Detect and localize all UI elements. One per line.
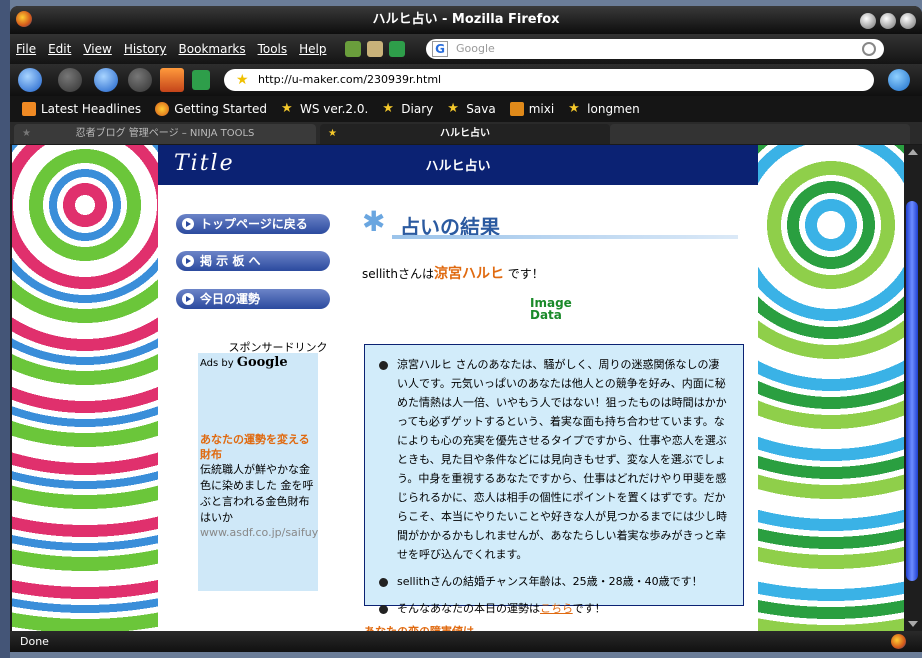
star-icon: ★ [382,101,394,116]
menu-history[interactable]: History [124,42,167,56]
firefox-icon [16,11,32,27]
menu-bookmarks[interactable]: Bookmarks [179,42,246,56]
tab-empty-area[interactable] [610,124,910,144]
search-icon[interactable] [862,42,876,56]
todays-fortune-line: そんなあなたの本日の運勢はこちらです！ [379,599,729,618]
search-input[interactable]: G Google [426,39,884,59]
result-box: 涼宮ハルヒ さんのあなたは、騒がしく、周りの迷惑関係なしの凄い人です。元気いっぱ… [364,344,744,615]
back-button[interactable] [18,68,42,92]
ad-text: 伝統職人が鮮やかな金色に染めました 金を呼ぶと言われる金色財布はいか [200,463,314,524]
address-bar[interactable]: ★ http://u-maker.com/230939r.html [224,69,874,91]
snowflake-icon: ✱ [362,205,386,238]
tab-haruhi[interactable]: ★ ハルヒ占い [320,124,610,144]
google-icon[interactable]: G [432,41,448,57]
scroll-thumb[interactable] [906,201,918,581]
firefox-icon [155,102,170,116]
result-character: 涼宮ハルヒ [433,266,504,282]
go-button[interactable] [888,69,910,91]
user-result-line: sellithさんは涼宮ハルヒ です！ [362,266,544,282]
firefox-icon [891,634,906,649]
stop-button[interactable] [128,68,152,92]
rss-icon [22,102,36,116]
result-heading: ✱ 占いの結果 [362,205,742,245]
star-icon: ★ [22,128,31,139]
navigation-toolbar: ★ http://u-maker.com/230939r.html [10,64,922,96]
ads-by-google[interactable]: Ads by Google [198,353,318,372]
firefox-window: ハルヒ占い - Mozilla Firefox File Edit View H… [10,6,922,652]
page-viewport: Title ハルヒ占い トップページに戻る 掲 示 板 へ 今日の運勢 スポンサ… [12,145,904,631]
heading-underline [392,235,738,239]
shield-icon[interactable] [388,41,405,57]
forward-button[interactable] [58,68,82,92]
page-header: Title ハルヒ占い [158,145,758,185]
bookmark-longmen[interactable]: ★ longmen [568,101,640,117]
shield-icon[interactable] [192,70,210,90]
marriage-age: sellithさんの結婚チャンス年齢は、25歳・28歳・40歳です！ [379,572,729,591]
bookmark-latest-headlines[interactable]: Latest Headlines [22,102,141,116]
page-title: ハルヒ占い [425,159,491,174]
bookmarks-toolbar: Latest Headlines Getting Started ★ WS ver… [10,96,922,122]
scroll-up-icon[interactable] [908,149,918,155]
love-obstacle-heading: あなたの恋の障害値は [364,623,474,631]
vertical-scrollbar[interactable] [904,145,922,631]
ad-url[interactable]: www.asdf.co.jp/saifuy [198,526,318,539]
close-button[interactable] [900,13,916,29]
maximize-button[interactable] [880,13,896,29]
url-text: http://u-maker.com/230939r.html [258,73,442,86]
pencil-icon[interactable] [366,41,383,57]
top-page-button[interactable]: トップページに戻る [176,214,330,234]
window-title: ハルヒ占い - Mozilla Firefox [372,12,560,27]
menu-tools[interactable]: Tools [258,42,288,56]
scroll-down-icon[interactable] [908,621,918,627]
todays-fortune-button[interactable]: 今日の運勢 [176,289,330,309]
result-description: 涼宮ハルヒ さんのあなたは、騒がしく、周りの迷惑関係なしの凄い人です。元気いっぱ… [379,355,729,564]
star-icon: ★ [447,101,459,116]
ad-title[interactable]: あなたの運勢を変える財布 [198,432,318,462]
mixi-icon [509,102,524,116]
search-placeholder: Google [456,42,495,55]
bookmark-getting-started[interactable]: Getting Started [155,102,267,116]
bookmark-star-icon[interactable]: ★ [236,69,249,91]
image-placeholder: Image Data [530,296,572,322]
star-icon: ★ [280,101,293,116]
tab-ninja-tools[interactable]: ★ 忍者ブログ 管理ページ – NINJA TOOLS [14,124,316,144]
status-bar: Done [10,631,922,652]
bookmark-mixi[interactable]: mixi [509,102,554,116]
bbs-button[interactable]: 掲 示 板 へ [176,251,330,271]
minimize-button[interactable] [860,13,876,29]
desktop-background [0,0,10,658]
ad-box[interactable]: Ads by Google あなたの運勢を変える財布 伝統職人が鮮やかな金色に染… [198,353,318,591]
bookmark-diary[interactable]: ★ Diary [382,101,433,117]
here-link[interactable]: こちら [540,602,573,615]
decorative-background-right [758,145,904,631]
star-icon: ★ [328,128,337,139]
extension-icon[interactable] [344,41,361,57]
star-icon: ★ [568,101,580,116]
menu-bar: File Edit View History Bookmarks Tools H… [10,34,922,64]
tab-bar: ★ 忍者ブログ 管理ページ – NINJA TOOLS ★ ハルヒ占い [10,122,922,144]
bookmark-ws[interactable]: ★ WS ver.2.0. [280,101,368,117]
decorative-background-left [12,145,158,631]
title-bar: ハルヒ占い - Mozilla Firefox [10,6,922,34]
bookmark-sava[interactable]: ★ Sava [447,101,495,117]
menu-edit[interactable]: Edit [48,42,71,56]
status-text: Done [20,635,49,648]
home-button[interactable] [160,68,184,92]
menu-help[interactable]: Help [299,42,326,56]
menu-view[interactable]: View [83,42,111,56]
page-body: Title ハルヒ占い トップページに戻る 掲 示 板 へ 今日の運勢 スポンサ… [158,145,758,631]
menu-file[interactable]: File [16,42,36,56]
reload-button[interactable] [94,68,118,92]
